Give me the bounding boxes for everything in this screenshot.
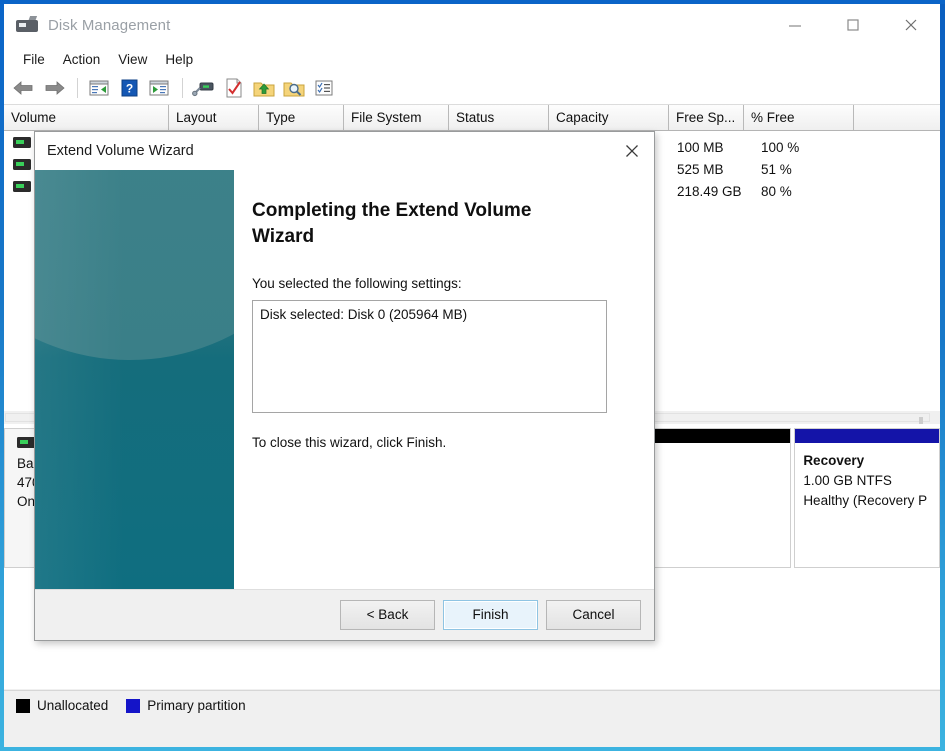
scrollbar-thumb[interactable] bbox=[919, 417, 923, 424]
column-header-blank[interactable] bbox=[854, 105, 940, 130]
partition-label: Recovery 1.00 GB NTFS Healthy (Recovery … bbox=[795, 443, 939, 511]
partition-title: Recovery bbox=[803, 453, 864, 468]
column-header-percent-free[interactable]: % Free bbox=[744, 105, 854, 130]
column-header-capacity[interactable]: Capacity bbox=[549, 105, 669, 130]
window-title: Disk Management bbox=[48, 17, 170, 34]
dialog-title: Extend Volume Wizard bbox=[47, 143, 194, 159]
menu-item-action[interactable]: Action bbox=[54, 50, 110, 69]
list-item: Disk selected: Disk 0 (205964 MB) bbox=[260, 307, 599, 322]
cell-free-space: 100 MB bbox=[677, 140, 724, 155]
dialog-intro-text: You selected the following settings: bbox=[252, 276, 636, 291]
cell-free-space: 525 MB bbox=[677, 162, 724, 177]
dialog-content: Completing the Extend Volume Wizard You … bbox=[234, 170, 654, 589]
svg-text:?: ? bbox=[126, 82, 133, 96]
properties-icon[interactable] bbox=[220, 75, 248, 101]
menu-item-view[interactable]: View bbox=[109, 50, 156, 69]
cell-free-space: 218.49 GB bbox=[677, 184, 742, 199]
wizard-banner-image bbox=[35, 170, 234, 589]
cell-percent-free: 51 % bbox=[761, 162, 792, 177]
volume-icon bbox=[13, 137, 31, 148]
minimize-button[interactable] bbox=[766, 4, 824, 46]
legend: Unallocated Primary partition bbox=[4, 690, 940, 720]
checklist-icon[interactable] bbox=[310, 75, 338, 101]
back-icon[interactable] bbox=[10, 75, 38, 101]
back-button[interactable]: < Back bbox=[340, 600, 435, 630]
dialog-title-bar: Extend Volume Wizard bbox=[35, 132, 654, 170]
finish-button[interactable]: Finish bbox=[443, 600, 538, 630]
menu-bar: File Action View Help bbox=[4, 46, 940, 72]
column-header-status[interactable]: Status bbox=[449, 105, 549, 130]
caption-button-group bbox=[766, 4, 940, 46]
partition-color-bar bbox=[795, 429, 939, 443]
column-header-volume[interactable]: Volume bbox=[4, 105, 169, 130]
toolbar: ? bbox=[4, 72, 940, 105]
column-header-file-system[interactable]: File System bbox=[344, 105, 449, 130]
menu-item-file[interactable]: File bbox=[14, 50, 54, 69]
disk-management-window: Disk Management File Action View Help bbox=[0, 0, 945, 751]
settings-summary-list[interactable]: Disk selected: Disk 0 (205964 MB) bbox=[252, 300, 607, 413]
volume-icon bbox=[13, 181, 31, 192]
toolbar-separator bbox=[182, 78, 183, 98]
forward-icon[interactable] bbox=[40, 75, 68, 101]
extend-volume-wizard-dialog: Extend Volume Wizard Completing the Exte… bbox=[34, 131, 655, 641]
column-header-type[interactable]: Type bbox=[259, 105, 344, 130]
column-header-layout[interactable]: Layout bbox=[169, 105, 259, 130]
dialog-close-button[interactable] bbox=[610, 132, 654, 170]
folder-up-icon[interactable] bbox=[250, 75, 278, 101]
cell-percent-free: 80 % bbox=[761, 184, 792, 199]
cancel-button[interactable]: Cancel bbox=[546, 600, 641, 630]
volume-list-header: Volume Layout Type File System Status Ca… bbox=[4, 105, 940, 131]
volume-icon bbox=[13, 159, 31, 170]
legend-label-unallocated: Unallocated bbox=[37, 698, 108, 713]
window-border-bottom bbox=[0, 747, 945, 751]
menu-item-help[interactable]: Help bbox=[156, 50, 202, 69]
dialog-body: Completing the Extend Volume Wizard You … bbox=[35, 170, 654, 589]
disk-management-icon bbox=[16, 16, 38, 34]
dialog-heading: Completing the Extend Volume Wizard bbox=[252, 198, 582, 250]
title-bar: Disk Management bbox=[4, 4, 940, 46]
cell-percent-free: 100 % bbox=[761, 140, 799, 155]
recovery-partition[interactable]: Recovery 1.00 GB NTFS Healthy (Recovery … bbox=[794, 428, 940, 568]
dialog-footer: < Back Finish Cancel bbox=[35, 589, 654, 639]
column-header-free-space[interactable]: Free Sp... bbox=[669, 105, 744, 130]
toolbar-separator bbox=[77, 78, 78, 98]
help-icon[interactable]: ? bbox=[115, 75, 143, 101]
legend-swatch-primary-partition bbox=[126, 699, 140, 713]
partition-status: Healthy (Recovery P bbox=[803, 493, 927, 508]
show-hide-console-tree-icon[interactable] bbox=[85, 75, 113, 101]
window-border-right bbox=[940, 0, 945, 751]
maximize-button[interactable] bbox=[824, 4, 882, 46]
show-hide-action-pane-icon[interactable] bbox=[145, 75, 173, 101]
partition-size: 1.00 GB NTFS bbox=[803, 473, 892, 488]
dialog-outro-text: To close this wizard, click Finish. bbox=[252, 435, 636, 450]
status-bar bbox=[4, 720, 940, 747]
folder-search-icon[interactable] bbox=[280, 75, 308, 101]
legend-swatch-unallocated bbox=[16, 699, 30, 713]
rescan-disks-icon[interactable] bbox=[190, 75, 218, 101]
legend-label-primary-partition: Primary partition bbox=[147, 698, 245, 713]
close-button[interactable] bbox=[882, 4, 940, 46]
